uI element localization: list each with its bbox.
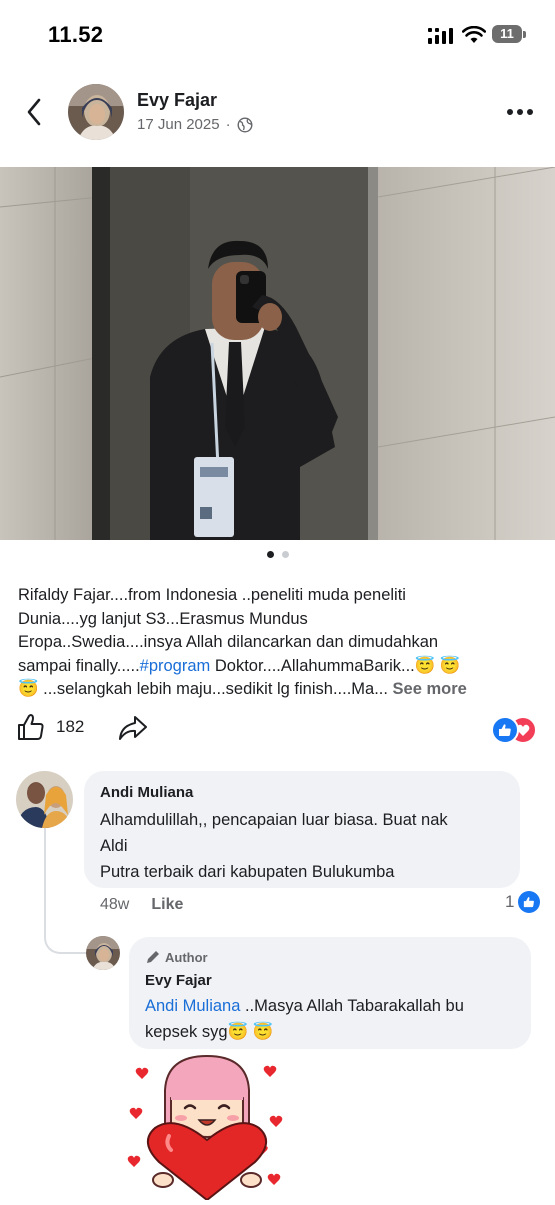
hashtag-link[interactable]: #program (140, 657, 211, 675)
author-name[interactable]: Evy Fajar (137, 90, 217, 111)
comment-like-count[interactable]: 1 (505, 891, 541, 913)
status-time: 11.52 (48, 22, 104, 47)
girl-hugging-heart-sticker[interactable] (125, 1052, 290, 1202)
comment-line: Alhamdulillah,, pencapaian luar biasa. B… (100, 811, 448, 829)
comment-footer: 48w Like (100, 896, 183, 914)
caption-line: 😇 ...selangkah lebih maju...sedikit lg f… (18, 678, 542, 702)
reply-line: kepsek syg😇 😇 (145, 1023, 274, 1041)
globe-icon (237, 116, 253, 133)
share-arrow-icon (119, 716, 147, 740)
reply-author-avatar[interactable] (86, 936, 120, 970)
comment-line: Putra terbaik dari kabupaten Bulukumba (100, 863, 395, 881)
pager-dot-active[interactable] (266, 551, 274, 558)
comment-like-button[interactable]: Like (151, 896, 183, 914)
pen-icon (147, 951, 159, 963)
like-button[interactable]: 182 (16, 712, 84, 742)
post-header: Evy Fajar 17 Jun 2025 · (0, 80, 555, 144)
battery-level: 11 (492, 25, 522, 43)
reply-line: Andi Muliana ..Masya Allah Tabarakallah … (145, 993, 515, 1019)
like-reaction-icon (518, 891, 541, 913)
meta-separator: · (225, 116, 231, 133)
share-button[interactable] (118, 714, 148, 747)
caption-text: sampai finally..... (18, 656, 140, 675)
comment-time: 48w (100, 896, 130, 913)
thumbs-up-icon (18, 714, 44, 740)
caption-line: sampai finally.....#program Doktor....Al… (18, 655, 542, 679)
mention-link[interactable]: Andi Muliana (145, 997, 240, 1015)
more-options-button[interactable] (504, 100, 536, 124)
author-avatar[interactable] (68, 84, 124, 140)
chevron-left-icon (27, 98, 41, 126)
commenter-avatar[interactable] (16, 771, 73, 828)
caption-line: Rifaldy Fajar....from Indonesia ..peneli… (18, 586, 406, 604)
cellular-signal-icon (428, 28, 453, 44)
reply-text: Andi Muliana ..Masya Allah Tabarakallah … (145, 993, 515, 1045)
see-more-link[interactable]: See more (393, 680, 467, 698)
caption-text: 😇 ...selangkah lebih maju...sedikit lg f… (18, 680, 393, 698)
post-actions: 182 (0, 708, 555, 748)
like-count: 182 (56, 717, 85, 736)
reply-bubble: Author Evy Fajar Andi Muliana ..Masya Al… (129, 937, 531, 1049)
comment-line: Aldi (100, 837, 128, 855)
wifi-icon (462, 26, 486, 43)
post-date[interactable]: 17 Jun 2025 (137, 116, 220, 133)
back-button[interactable] (18, 94, 50, 130)
post-meta: 17 Jun 2025 · (137, 116, 253, 133)
reaction-summary[interactable] (491, 716, 539, 744)
status-bar: 11.52 11 (0, 0, 555, 70)
commenter-name[interactable]: Andi Muliana (100, 783, 504, 803)
author-badge-label: Author (165, 949, 208, 965)
comment-bubble: Andi Muliana Alhamdulillah,, pencapaian … (84, 771, 520, 888)
caption-text: Doktor....AllahummaBarik...😇 😇 (210, 656, 461, 675)
more-horizontal-icon (507, 109, 533, 115)
comment-text: Alhamdulillah,, pencapaian luar biasa. B… (100, 807, 504, 885)
like-reaction-icon (491, 716, 519, 744)
photo-pager (0, 551, 555, 561)
caption-line: Dunia....yg lanjut S3...Erasmus Mundus (18, 609, 308, 628)
reply-author-name[interactable]: Evy Fajar (145, 971, 515, 991)
pager-dot[interactable] (281, 551, 289, 558)
comment-like-number: 1 (505, 892, 515, 911)
caption-line: Eropa..Swedia....insya Allah dilancarkan… (18, 633, 439, 651)
post-photo[interactable] (0, 167, 555, 540)
post-caption: Rifaldy Fajar....from Indonesia ..peneli… (18, 584, 542, 702)
reply-text-fragment: ..Masya Allah Tabarakallah bu (240, 997, 464, 1015)
author-badge: Author (145, 947, 515, 967)
battery-icon: 11 (492, 25, 528, 45)
